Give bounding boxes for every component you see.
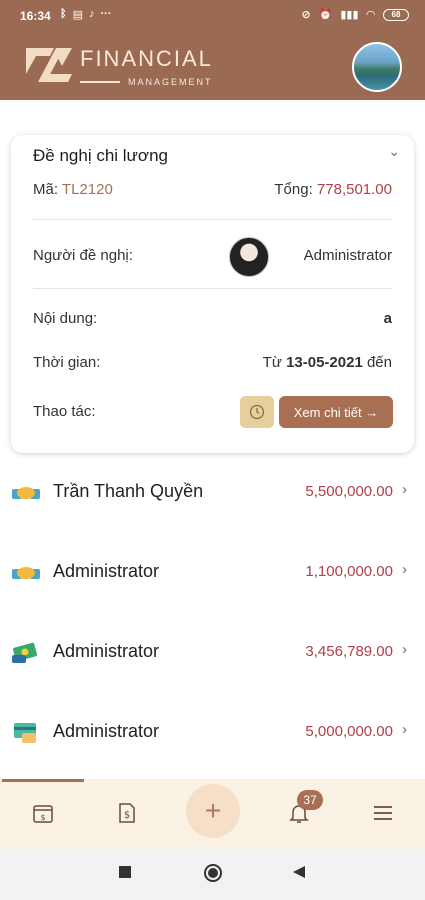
card-title: Đề nghị chi lương bbox=[33, 146, 168, 165]
brand-title: FINANCIAL bbox=[80, 46, 213, 71]
divider bbox=[33, 219, 392, 220]
payment-amount: 3,456,789.00 bbox=[305, 643, 393, 660]
brand-divider bbox=[80, 81, 120, 83]
list-item[interactable]: Administrator 3,456,789.00 › bbox=[0, 629, 425, 689]
requester-row: Người đề nghị: Administrator bbox=[33, 247, 392, 264]
bottom-navigation: $ $ + 37 bbox=[0, 779, 425, 849]
handshake-icon bbox=[12, 487, 40, 499]
svg-text:$: $ bbox=[124, 810, 130, 821]
time-range: Từ 13-05-2021 đến bbox=[263, 354, 392, 371]
code-total-row: Mã: TL2120 Tổng: 778,501.00 bbox=[33, 181, 392, 198]
payment-amount: 1,100,000.00 bbox=[305, 563, 393, 580]
payee-name: Administrator bbox=[53, 641, 160, 661]
time-date: 13-05-2021 bbox=[286, 354, 363, 371]
payee-name: Administrator bbox=[53, 721, 160, 741]
requester-avatar bbox=[229, 237, 269, 277]
clock-icon bbox=[249, 404, 265, 420]
status-left-icons: ᛒ ▤ ♪ ··· bbox=[60, 8, 112, 21]
total-group: Tổng: 778,501.00 bbox=[274, 181, 392, 198]
payee-name: Administrator bbox=[53, 561, 160, 581]
svg-text:$: $ bbox=[40, 813, 45, 822]
chevron-right-icon: › bbox=[402, 561, 407, 578]
home-icon[interactable] bbox=[203, 863, 223, 883]
requester-label: Người đề nghị: bbox=[33, 247, 133, 264]
status-time: 16:34 bbox=[20, 9, 51, 23]
status-bar: 16:34 ᛒ ▤ ♪ ··· ⊘ ⏰ ▮▮▮ ◠ 68 bbox=[0, 0, 425, 34]
brand-subtitle: MANAGEMENT bbox=[128, 77, 213, 87]
battery-icon: 68 bbox=[383, 8, 409, 21]
nav-menu-button[interactable] bbox=[363, 793, 403, 833]
recents-icon[interactable] bbox=[118, 865, 132, 879]
payment-amount: 5,000,000.00 bbox=[305, 723, 393, 740]
time-from: Từ bbox=[262, 354, 282, 371]
list-item[interactable]: Trần Thanh Quyền 5,500,000.00 › bbox=[0, 469, 425, 529]
action-label: Thao tác: bbox=[33, 403, 96, 420]
alarm-icon: ⏰ bbox=[318, 9, 333, 21]
time-label: Thời gian: bbox=[33, 354, 101, 371]
active-tab-indicator bbox=[2, 779, 84, 782]
back-icon[interactable] bbox=[292, 865, 306, 879]
list-item[interactable]: Administrator 1,100,000.00 › bbox=[0, 549, 425, 609]
system-navigation-bar bbox=[0, 849, 425, 900]
signal-icon: ▮▮▮ bbox=[340, 9, 359, 21]
code-label: Mã: bbox=[33, 181, 59, 198]
list-item[interactable]: Administrator 5,000,000.00 › bbox=[0, 709, 425, 769]
status-right-icons: ⊘ ⏰ ▮▮▮ ◠ 68 bbox=[301, 8, 409, 21]
content-value: a bbox=[383, 310, 392, 327]
notes-icon: ▤ bbox=[72, 9, 84, 21]
notification-badge: 37 bbox=[297, 790, 323, 810]
requester-name: Administrator bbox=[303, 247, 392, 264]
more-dots-icon: ··· bbox=[100, 8, 112, 20]
bluetooth-icon: ᛒ bbox=[60, 8, 67, 20]
tiktok-icon: ♪ bbox=[89, 8, 95, 20]
code-value: TL2120 bbox=[61, 181, 113, 198]
sync-off-icon: ⊘ bbox=[301, 9, 311, 21]
user-avatar[interactable] bbox=[352, 42, 402, 92]
content-label: Nội dung: bbox=[33, 310, 98, 327]
nav-wallet-button[interactable]: $ bbox=[23, 793, 63, 833]
menu-icon bbox=[374, 806, 392, 820]
card-payment-icon bbox=[14, 723, 36, 743]
salary-request-card: Đề nghị chi lương ⌄ Mã: TL2120 Tổng: 778… bbox=[11, 135, 414, 453]
chevron-right-icon: › bbox=[402, 721, 407, 738]
history-button[interactable] bbox=[240, 396, 274, 428]
cash-icon bbox=[12, 642, 37, 663]
wallet-icon: $ bbox=[33, 805, 53, 823]
time-row: Thời gian: Từ 13-05-2021 đến bbox=[33, 354, 392, 371]
handshake-icon bbox=[12, 567, 40, 579]
brand-logo-icon bbox=[26, 48, 72, 82]
app-header: 16:34 ᛒ ▤ ♪ ··· ⊘ ⏰ ▮▮▮ ◠ 68 FINANCIAL M… bbox=[0, 0, 425, 100]
invoice-icon: $ bbox=[119, 803, 135, 823]
total-value: 778,501.00 bbox=[316, 181, 392, 198]
content-row: Nội dung: a bbox=[33, 310, 392, 327]
chevron-right-icon: › bbox=[402, 481, 407, 498]
time-to: đến bbox=[366, 354, 392, 371]
total-label: Tổng: bbox=[274, 181, 313, 198]
view-detail-button[interactable]: Xem chi tiết → bbox=[279, 396, 393, 428]
chevron-down-icon[interactable]: ⌄ bbox=[388, 143, 400, 160]
add-button[interactable]: + bbox=[186, 784, 240, 838]
payment-amount: 5,500,000.00 bbox=[305, 483, 393, 500]
chevron-right-icon: › bbox=[402, 641, 407, 658]
wifi-icon: ◠ bbox=[366, 9, 375, 21]
nav-invoice-button[interactable]: $ bbox=[107, 793, 147, 833]
divider bbox=[33, 288, 392, 289]
payee-name: Trần Thanh Quyền bbox=[53, 481, 204, 501]
